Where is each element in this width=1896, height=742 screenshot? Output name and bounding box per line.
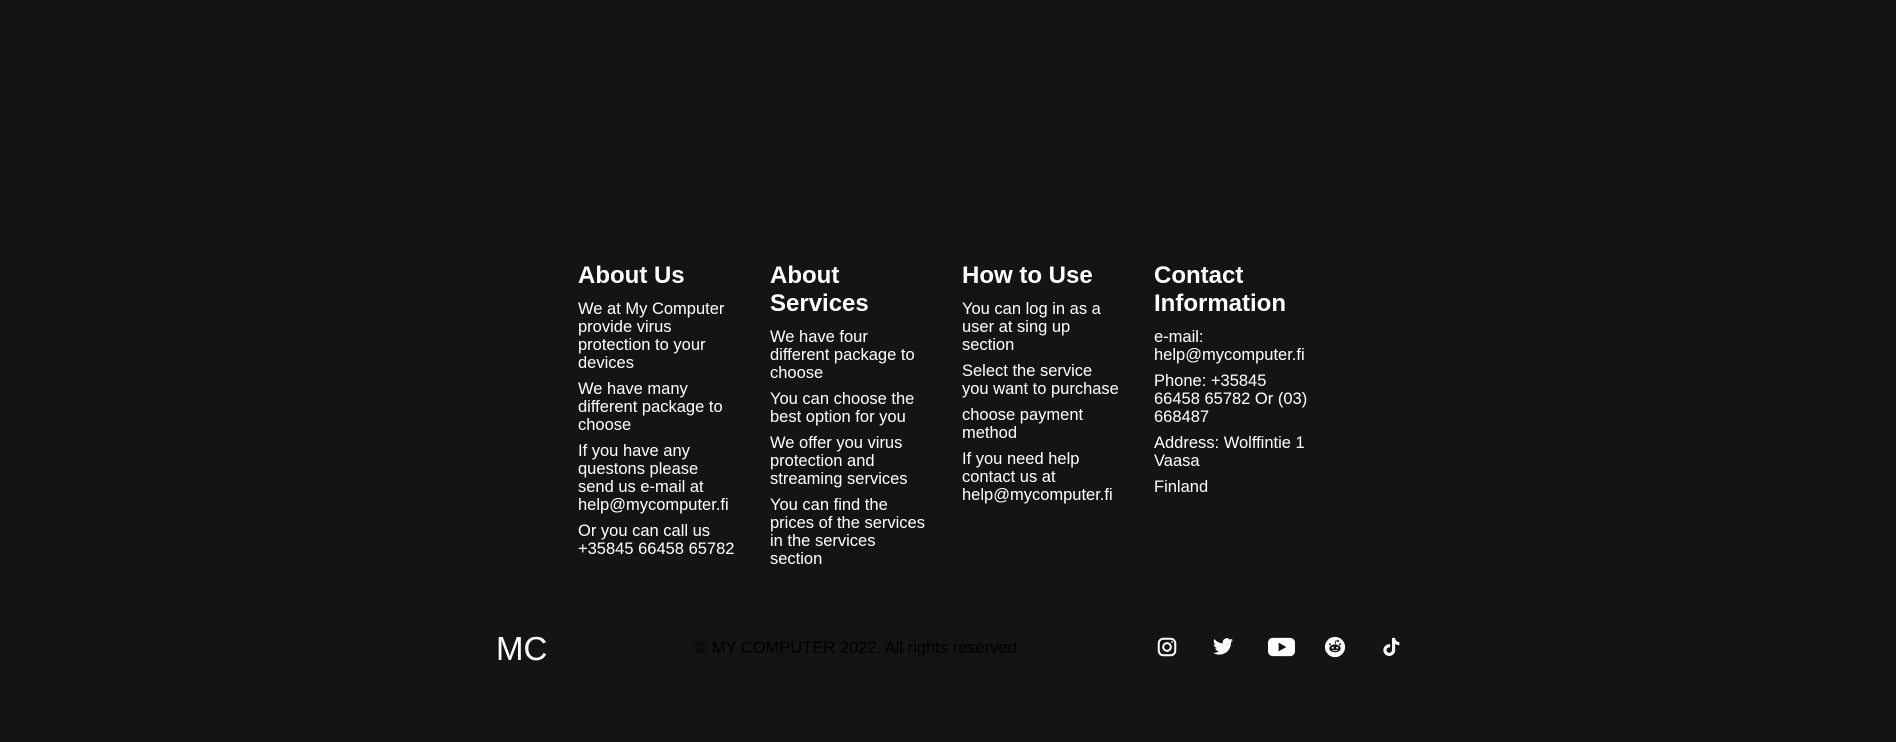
column-title: Contact Information bbox=[1154, 262, 1286, 317]
instagram-icon bbox=[1156, 636, 1178, 658]
twitter-link[interactable] bbox=[1212, 634, 1268, 660]
youtube-link[interactable] bbox=[1268, 634, 1324, 660]
tiktok-link[interactable] bbox=[1380, 634, 1436, 660]
column-text: Or you can call us +35845 66458 65782 bbox=[578, 522, 735, 558]
youtube-icon bbox=[1268, 636, 1295, 658]
instagram-link[interactable] bbox=[1156, 634, 1212, 660]
column-text: Address: Wolffintie 1 Vaasa bbox=[1154, 434, 1305, 470]
footer-columns: About Us We at My Computer provide virus… bbox=[578, 262, 1346, 576]
twitter-icon bbox=[1212, 636, 1234, 658]
column-contact-information: Contact Information e-mail: help@mycompu… bbox=[1154, 262, 1346, 576]
column-text: choose payment method bbox=[962, 406, 1084, 442]
column-title: About Services bbox=[770, 262, 869, 317]
column-text: You can choose the best option for you bbox=[770, 390, 915, 426]
copyright-text: © MY COMPUTER 2022. All rights reserved bbox=[695, 639, 1017, 657]
column-title: About Us bbox=[578, 262, 685, 289]
column-text: We have four different package to choose bbox=[770, 328, 915, 382]
social-links bbox=[1156, 634, 1436, 660]
column-text: We have many different package to choose bbox=[578, 380, 723, 434]
column-title: How to Use bbox=[962, 262, 1093, 289]
column-text: You can log in as a user at sing up sect… bbox=[962, 300, 1101, 354]
logo[interactable]: MC bbox=[496, 630, 547, 668]
column-text: You can find the prices of the services … bbox=[770, 496, 925, 568]
column-how-to-use: How to Use You can log in as a user at s… bbox=[962, 262, 1154, 576]
column-text: Select the service you want to purchase bbox=[962, 362, 1119, 398]
footer: About Us We at My Computer provide virus… bbox=[0, 0, 1896, 742]
reddit-icon bbox=[1324, 636, 1346, 658]
column-text: Finland bbox=[1154, 478, 1209, 496]
footer-bottom-bar: MC © MY COMPUTER 2022. All rights reserv… bbox=[0, 620, 1896, 672]
column-text: We offer you virus protection and stream… bbox=[770, 434, 908, 488]
column-text: Phone: +35845 66458 65782 Or (03) 668487 bbox=[1154, 372, 1308, 426]
column-text: e-mail: help@mycomputer.fi bbox=[1154, 328, 1305, 364]
column-text: If you have any questons please send us … bbox=[578, 442, 729, 514]
column-about-us: About Us We at My Computer provide virus… bbox=[578, 262, 770, 576]
column-text: We at My Computer provide virus protecti… bbox=[578, 300, 725, 372]
tiktok-icon bbox=[1380, 636, 1402, 658]
reddit-link[interactable] bbox=[1324, 634, 1380, 660]
column-about-services: About Services We have four different pa… bbox=[770, 262, 962, 576]
column-text: If you need help contact us at help@myco… bbox=[962, 450, 1113, 504]
